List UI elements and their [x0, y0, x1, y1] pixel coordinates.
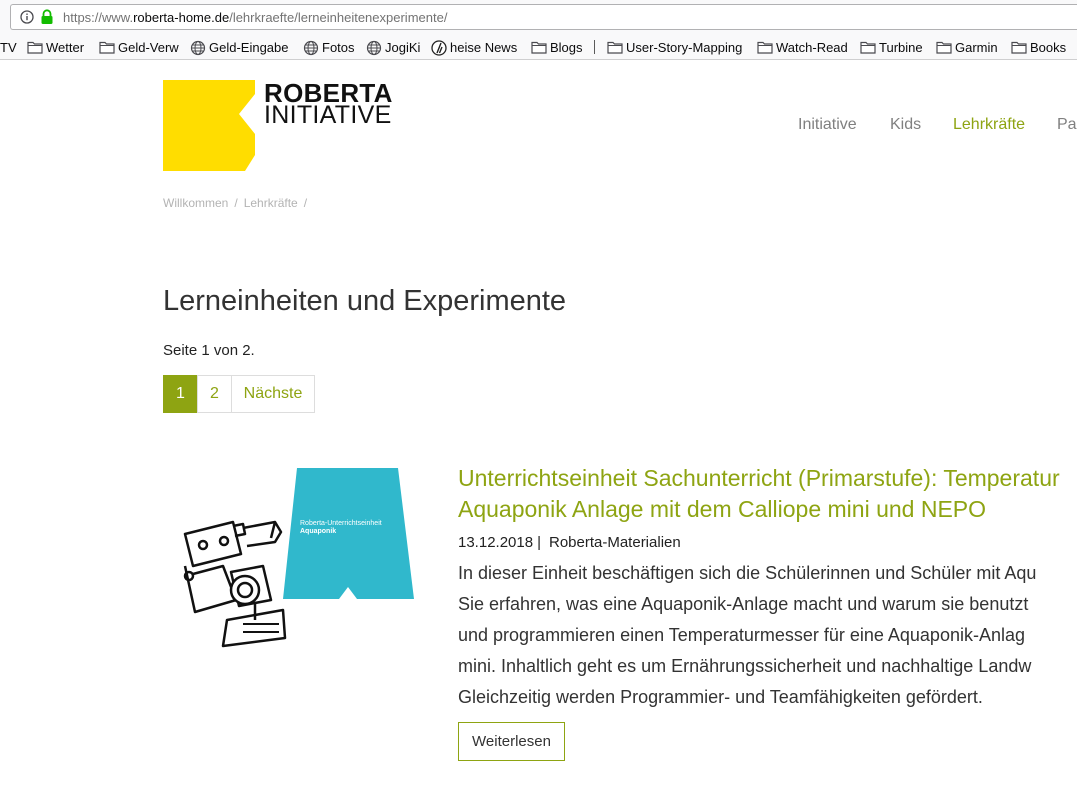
- url-prefix: https://www.: [63, 10, 134, 25]
- excerpt-line: und programmieren einen Temperaturmesser…: [458, 625, 1025, 645]
- bookmark-label: Blogs: [550, 40, 583, 55]
- bookmark-label: Wetter: [46, 40, 85, 55]
- breadcrumb-separator: /: [303, 196, 308, 210]
- page-1-button[interactable]: 1: [163, 375, 198, 413]
- folder-icon: [936, 41, 952, 54]
- read-more-button[interactable]: Weiterlesen: [458, 722, 565, 761]
- bookmark-label: User-Story-Mapping: [626, 40, 743, 55]
- roberta-logo-icon[interactable]: [163, 80, 255, 171]
- article-title-link[interactable]: Unterrichtseinheit Sachunterricht (Prima…: [458, 463, 1060, 525]
- page-info: Seite 1 von 2.: [163, 342, 255, 359]
- bookmark-label: Watch-Read: [776, 40, 848, 55]
- bookmark-label: Books: [1030, 40, 1067, 55]
- bookmark-label: Fotos: [322, 40, 355, 55]
- excerpt-line: mini. Inhaltlich geht es um Ernährungssi…: [458, 656, 1032, 676]
- next-page-button[interactable]: Nächste: [231, 375, 315, 413]
- bookmark-label: Geld-Eingabe: [209, 40, 289, 55]
- article-date: 13.12.2018: [458, 534, 534, 551]
- page-2-button[interactable]: 2: [197, 375, 232, 413]
- folder-icon: [860, 41, 876, 54]
- bookmark-label: TV: [0, 40, 17, 55]
- bookmark-label: Geld-Verw: [118, 40, 179, 55]
- article-meta: 13.12.2018 | Roberta-Materialien: [458, 534, 681, 551]
- bookmark-label: JogiKi: [385, 40, 421, 55]
- page-title: Lerneinheiten und Experimente: [163, 285, 567, 317]
- breadcrumb-lehrkraefte[interactable]: Lehrkräfte: [244, 196, 298, 210]
- excerpt-line: In dieser Einheit beschäftigen sich die …: [458, 563, 1037, 583]
- info-icon[interactable]: [20, 10, 34, 24]
- globe-icon: [303, 40, 319, 56]
- globe-icon: [190, 40, 206, 56]
- excerpt-line: Gleichzeitig werden Programmier- und Tea…: [458, 687, 983, 707]
- article-title-line1: Unterrichtseinheit Sachunterricht (Prima…: [458, 465, 1060, 491]
- folder-icon: [607, 41, 623, 54]
- thumb-line1: Roberta-Unterrichtseinheit: [300, 520, 382, 527]
- folder-icon: [99, 41, 115, 54]
- meta-separator: |: [537, 534, 541, 551]
- thumb-line2: Aquaponik: [300, 528, 336, 535]
- article-category[interactable]: Roberta-Materialien: [549, 534, 681, 551]
- excerpt-line: Sie erfahren, was eine Aquaponik-Anlage …: [458, 594, 1029, 614]
- article-thumbnail[interactable]: Roberta-Unterrichtseinheit Aquaponik: [163, 462, 428, 652]
- url-text[interactable]: https://www.roberta-home.de/lehrkraefte/…: [63, 10, 447, 25]
- url-path: /lehrkraefte/lerneinheitenexperimente/: [229, 10, 448, 25]
- folder-icon: [757, 41, 773, 54]
- folder-icon: [531, 41, 547, 54]
- nav-item-initiative[interactable]: Initiative: [798, 116, 857, 134]
- folder-icon: [27, 41, 43, 54]
- article-title-line2: Aquaponik Anlage mit dem Calliope mini u…: [458, 496, 987, 522]
- globe-icon: [366, 40, 382, 56]
- article-excerpt: In dieser Einheit beschäftigen sich die …: [458, 558, 1036, 713]
- bookmark-separator: [594, 40, 595, 54]
- bookmarks-toolbar: TV Wetter Geld-Verw Geld-Eingabe Fotos J…: [0, 36, 1077, 60]
- nav-item-lehrkraefte[interactable]: Lehrkräfte: [953, 116, 1025, 134]
- breadcrumb: Willkommen / Lehrkräfte /: [163, 196, 313, 210]
- url-domain: roberta-home.de: [133, 10, 230, 25]
- folder-icon: [1011, 41, 1027, 54]
- aquaponik-card: Roberta-Unterrichtseinheit Aquaponik: [283, 468, 414, 599]
- breadcrumb-separator: /: [234, 196, 238, 210]
- bookmark-label: heise News: [450, 40, 518, 55]
- nav-item-kids[interactable]: Kids: [890, 116, 921, 134]
- heise-icon: [431, 40, 447, 56]
- robot-icon: [183, 520, 287, 648]
- url-bar[interactable]: https://www.roberta-home.de/lehrkraefte/…: [10, 4, 1077, 30]
- nav-item-partner[interactable]: Pa: [1057, 116, 1077, 134]
- lock-icon[interactable]: [40, 9, 54, 25]
- bookmark-label: Garmin: [955, 40, 998, 55]
- breadcrumb-willkommen[interactable]: Willkommen: [163, 196, 228, 210]
- bookmark-label: Turbine: [879, 40, 923, 55]
- logo-text-initiative[interactable]: INITIATIVE: [264, 101, 392, 130]
- browser-toolbar: https://www.roberta-home.de/lehrkraefte/…: [0, 0, 1077, 36]
